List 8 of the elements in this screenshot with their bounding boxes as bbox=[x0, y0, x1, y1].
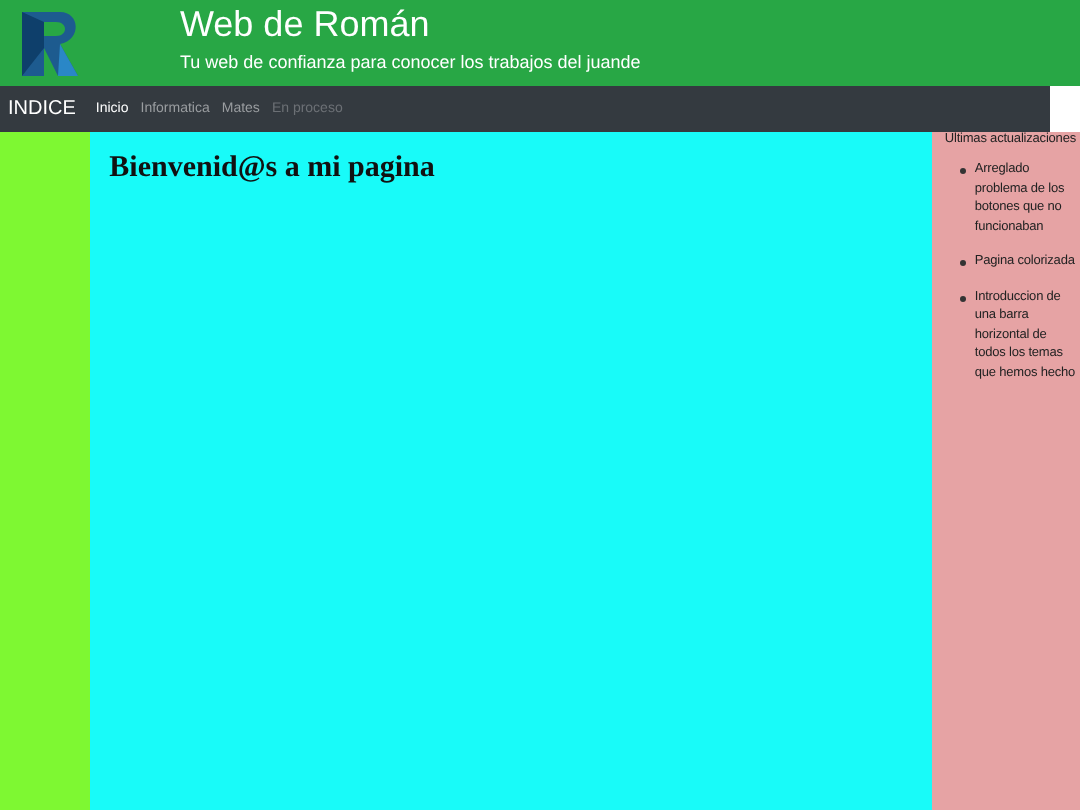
main-heading: Bienvenid@s a mi pagina bbox=[109, 152, 437, 186]
nav-brand[interactable]: INDICE bbox=[8, 98, 76, 120]
bullet-icon bbox=[960, 295, 967, 301]
bullet-icon bbox=[960, 260, 967, 266]
logo-icon bbox=[16, 9, 84, 77]
bullet-icon bbox=[960, 168, 967, 174]
site-title: Web de Román bbox=[180, 2, 432, 46]
site-subtitle: Tu web de confianza para conocer los trabajos del juande bbox=[180, 52, 641, 72]
